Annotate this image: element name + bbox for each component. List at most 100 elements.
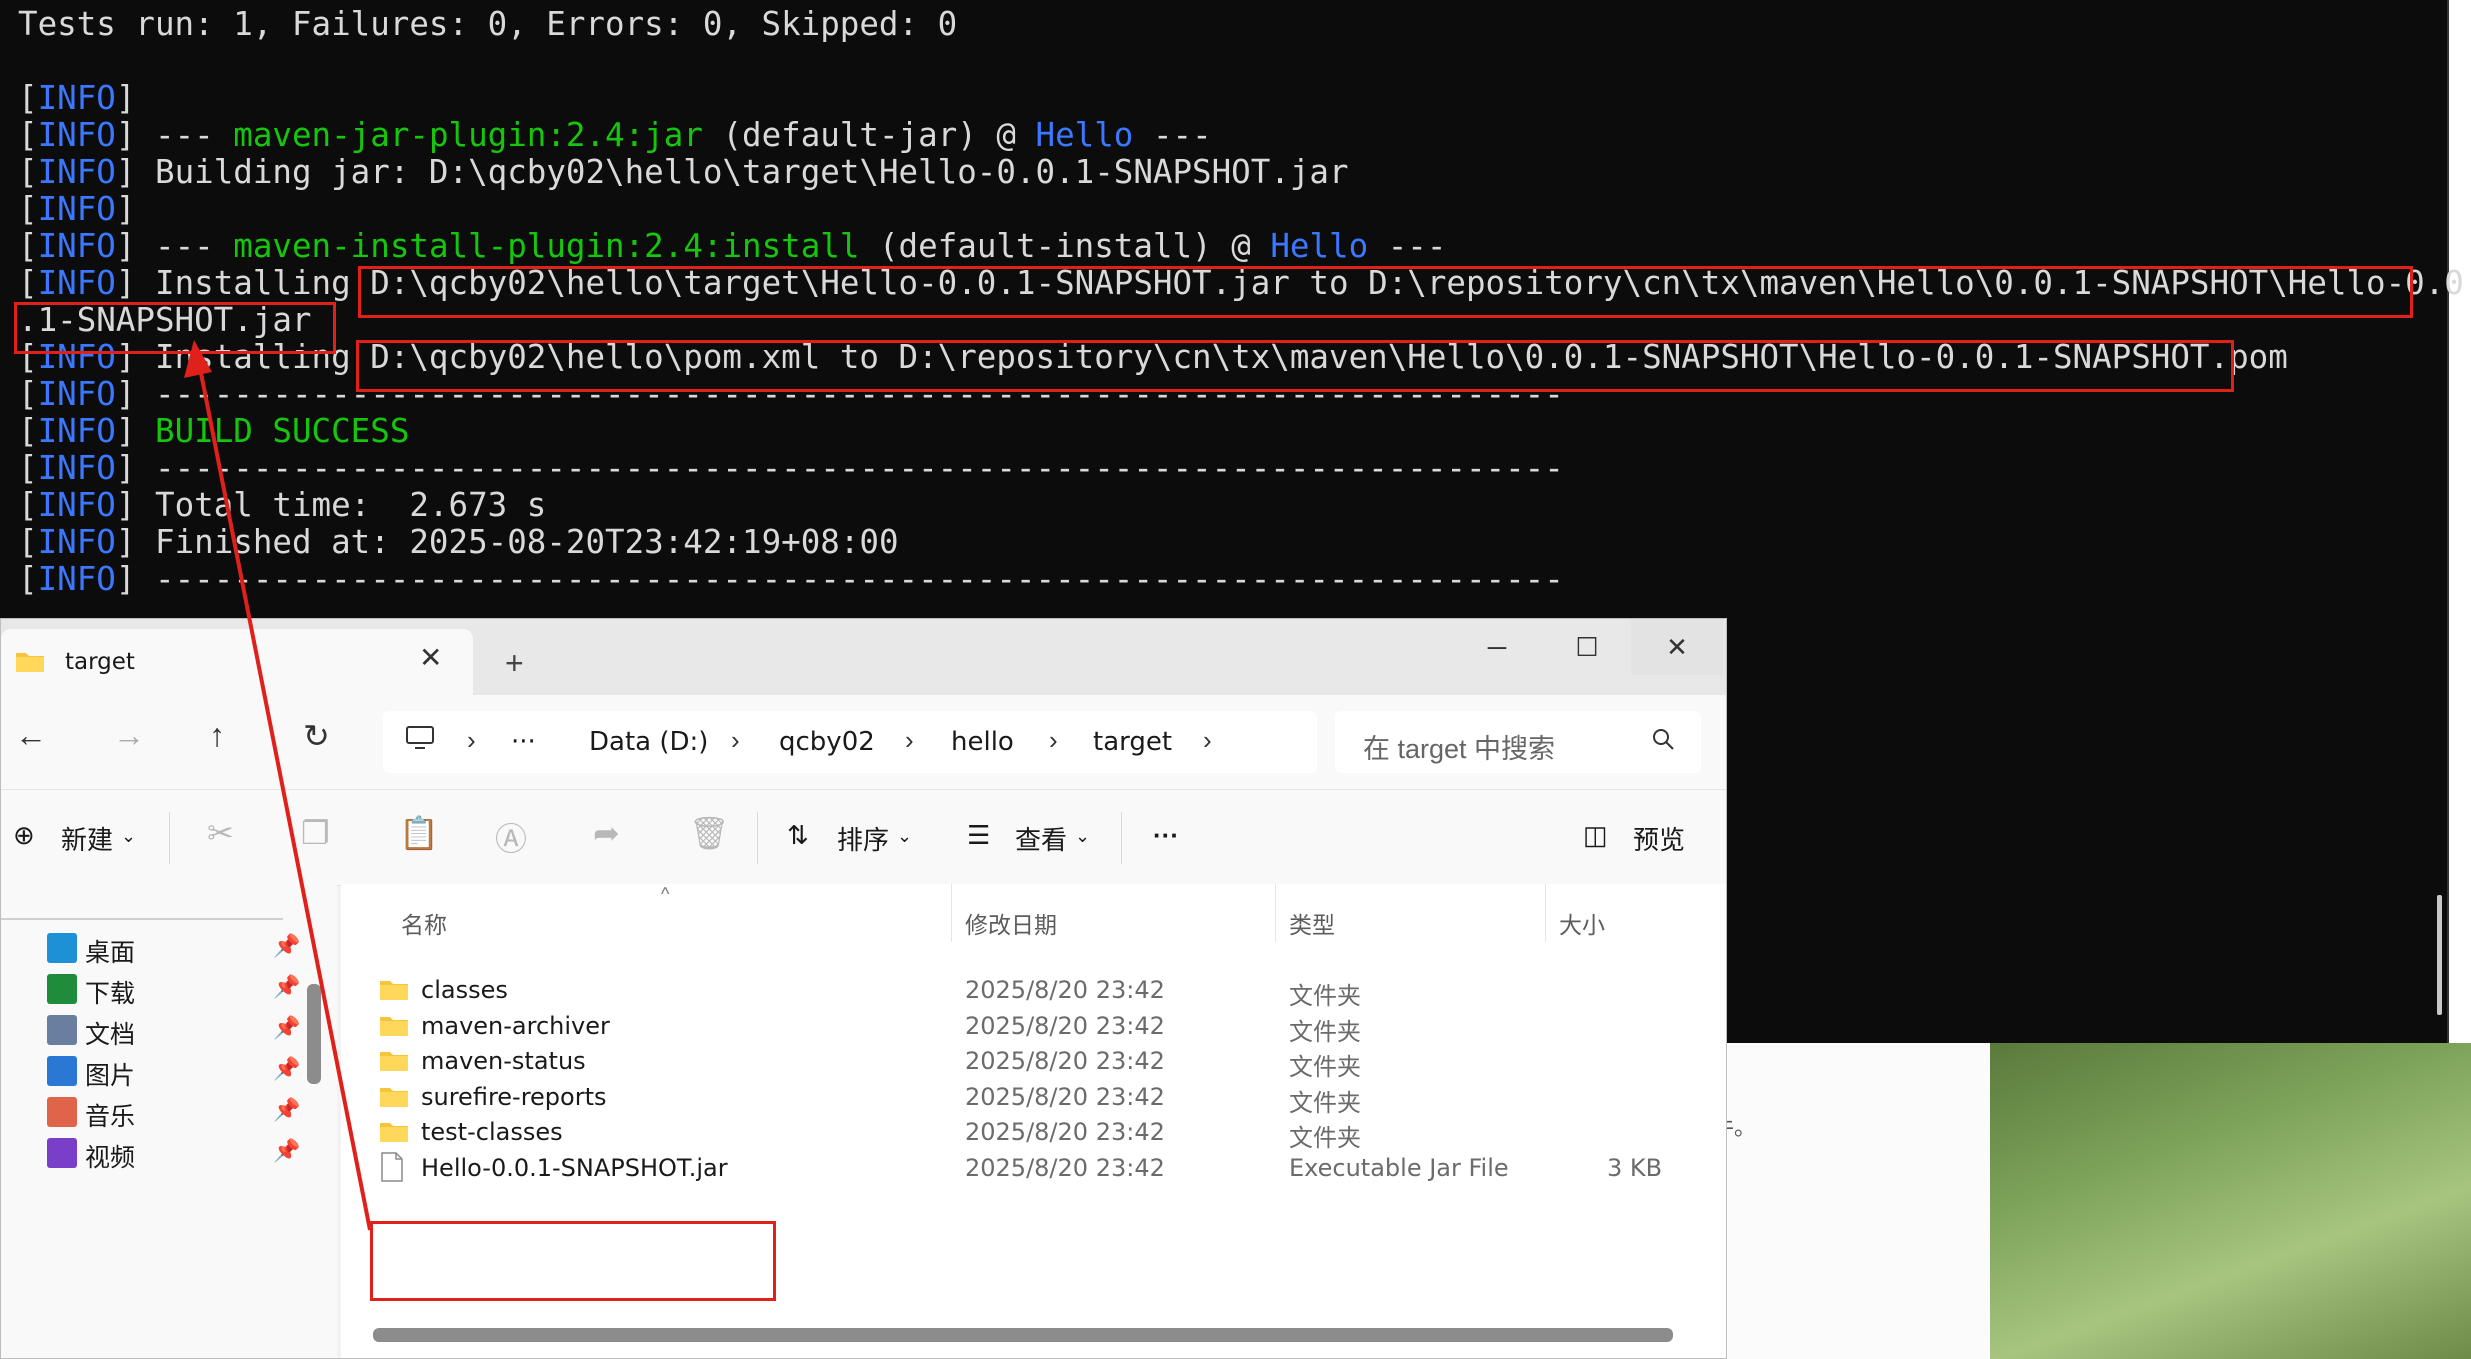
highlight-box-jar-wrap	[14, 302, 336, 354]
chevron-down-icon[interactable]: ⌄	[1075, 826, 1090, 847]
terminal-text: ----------------------------------------…	[135, 560, 1564, 598]
copy-icon[interactable]: ❐	[301, 814, 330, 852]
info-tag: INFO	[37, 190, 116, 228]
address-bar[interactable]: › ··· Data (D:) › qcby02 › hello › targe…	[383, 711, 1317, 773]
file-size: 3 KB	[1607, 1154, 1663, 1182]
sidebar-item-label: 音乐	[85, 1102, 136, 1131]
info-tag: INFO	[37, 375, 116, 413]
preview-button[interactable]: 预览	[1633, 820, 1685, 857]
chevron-right-icon[interactable]: ›	[1203, 725, 1212, 756]
breadcrumb-ellipsis[interactable]: ···	[511, 727, 536, 757]
search-icon[interactable]	[1651, 727, 1675, 751]
more-options-button[interactable]: ···	[1153, 820, 1179, 851]
sidebar-item[interactable]: 图片 📌	[47, 1054, 300, 1094]
share-icon[interactable]: ➦	[593, 814, 620, 852]
tab-target[interactable]: target ✕	[1, 629, 473, 695]
breadcrumb-target[interactable]: target	[1093, 727, 1172, 757]
bracket: [	[18, 190, 38, 228]
tab-bar: target ✕ + ─ ☐ ✕	[1, 619, 1726, 695]
forward-arrow-icon[interactable]: →	[113, 717, 145, 754]
sidebar-item-label: 桌面	[85, 938, 136, 967]
pin-icon[interactable]: 📌	[273, 933, 300, 959]
pin-icon[interactable]: 📌	[273, 1015, 300, 1041]
pin-icon[interactable]: 📌	[273, 974, 300, 1000]
new-button[interactable]: 新建	[61, 820, 113, 857]
bracket: ]	[115, 523, 136, 561]
sidebar-item-label: 图片	[85, 1061, 136, 1090]
refresh-icon[interactable]: ↻	[303, 717, 330, 755]
breadcrumb-hello[interactable]: hello	[951, 727, 1014, 757]
view-icon[interactable]: ☰	[967, 820, 990, 851]
info-tag: INFO	[37, 79, 116, 117]
chevron-right-icon[interactable]: ›	[731, 725, 740, 756]
file-row[interactable]: Hello-0.0.1-SNAPSHOT.jar 2025/8/20 23:42 E…	[341, 1142, 1726, 1196]
sidebar-item[interactable]: 下载 📌	[47, 972, 300, 1012]
file-date: 2025/8/20 23:42	[965, 1154, 1165, 1182]
sidebar-item[interactable]: 文档 📌	[47, 1013, 300, 1053]
cut-icon[interactable]: ✂	[207, 814, 234, 852]
terminal-text: Building jar: D:\qcby02\hello\target\Hel…	[135, 153, 1349, 191]
breadcrumb-drive[interactable]: Data (D:)	[589, 727, 708, 757]
search-input[interactable]: 在 target 中搜索	[1335, 711, 1701, 773]
sidebar-item-label: 下载	[85, 979, 136, 1008]
background-document	[1728, 1043, 1990, 1359]
toolbar-divider	[1121, 812, 1122, 864]
sidebar-item[interactable]: 音乐 📌	[47, 1095, 300, 1135]
new-tab-icon[interactable]: +	[505, 645, 524, 682]
desktop-wallpaper	[1990, 1043, 2471, 1359]
terminal-line: [INFO] Building jar: D:\qcby02\hello\tar…	[18, 154, 2464, 191]
terminal-line: [INFO] --- maven-jar-plugin:2.4:jar (def…	[18, 117, 2464, 154]
pin-icon[interactable]: 📌	[273, 1138, 300, 1164]
info-tag: INFO	[37, 227, 116, 265]
back-arrow-icon[interactable]: ←	[15, 717, 47, 754]
terminal-line: [INFO] Finished at: 2025-08-20T23:42:19+…	[18, 524, 2464, 561]
close-button[interactable]: ✕	[1631, 619, 1723, 675]
document-icon	[47, 1015, 77, 1045]
folder-icon	[380, 1123, 408, 1143]
nav-scrollbar[interactable]	[307, 984, 321, 1084]
chevron-down-icon[interactable]: ⌄	[121, 826, 136, 847]
maximize-button[interactable]: ☐	[1541, 619, 1633, 675]
bracket: ]	[115, 227, 136, 265]
breadcrumb-qcby02[interactable]: qcby02	[779, 727, 875, 757]
chevron-down-icon[interactable]: ⌄	[897, 826, 912, 847]
sort-button[interactable]: 排序	[837, 820, 889, 857]
build-success-text: BUILD SUCCESS	[155, 412, 410, 450]
minimize-button[interactable]: ─	[1451, 619, 1543, 675]
column-header-type[interactable]: 类型	[1289, 906, 1335, 940]
rename-icon[interactable]: Ⓐ	[495, 814, 527, 860]
bracket: [	[18, 412, 38, 450]
sidebar-item[interactable]: 桌面 📌	[47, 931, 300, 971]
column-divider[interactable]	[1275, 884, 1276, 942]
terminal-line: [INFO]	[18, 191, 2464, 228]
up-arrow-icon[interactable]: ↑	[209, 717, 225, 754]
terminal-scrollbar[interactable]	[2437, 895, 2442, 1015]
tab-close-icon[interactable]: ✕	[419, 641, 442, 674]
bracket: [	[18, 523, 38, 561]
pin-icon[interactable]: 📌	[273, 1056, 300, 1082]
terminal-text: Finished at: 2025-08-20T23:42:19+08:00	[135, 523, 899, 561]
column-divider[interactable]	[1545, 884, 1546, 942]
toolbar-divider	[757, 812, 758, 864]
file-explorer-window[interactable]: target ✕ + ─ ☐ ✕ ← → ↑ ↻ › ··· Data (D:)…	[0, 618, 1727, 1359]
preview-pane-icon[interactable]: ◫	[1583, 820, 1608, 851]
view-button[interactable]: 查看	[1015, 820, 1067, 857]
pin-icon[interactable]: 📌	[273, 1097, 300, 1123]
column-header-date[interactable]: 修改日期	[965, 906, 1057, 940]
folder-icon	[380, 1087, 408, 1107]
sidebar-item[interactable]: 视频 📌	[47, 1136, 300, 1176]
delete-icon[interactable]: 🗑	[689, 814, 730, 852]
column-header-size[interactable]: 大小	[1559, 906, 1605, 940]
column-header-name[interactable]: 名称	[401, 906, 447, 940]
terminal-text: ---	[1133, 116, 1212, 154]
chevron-right-icon[interactable]: ›	[1049, 725, 1058, 756]
chevron-right-icon[interactable]: ›	[467, 725, 476, 756]
paste-icon[interactable]: 📋	[399, 814, 439, 852]
column-divider[interactable]	[951, 884, 952, 942]
horizontal-scrollbar[interactable]	[373, 1328, 1673, 1342]
info-tag: INFO	[37, 412, 116, 450]
sort-icon[interactable]: ⇅	[787, 820, 809, 851]
new-plus-icon[interactable]: ⊕	[13, 820, 35, 851]
highlight-box-jar-install	[358, 266, 2413, 318]
chevron-right-icon[interactable]: ›	[905, 725, 914, 756]
